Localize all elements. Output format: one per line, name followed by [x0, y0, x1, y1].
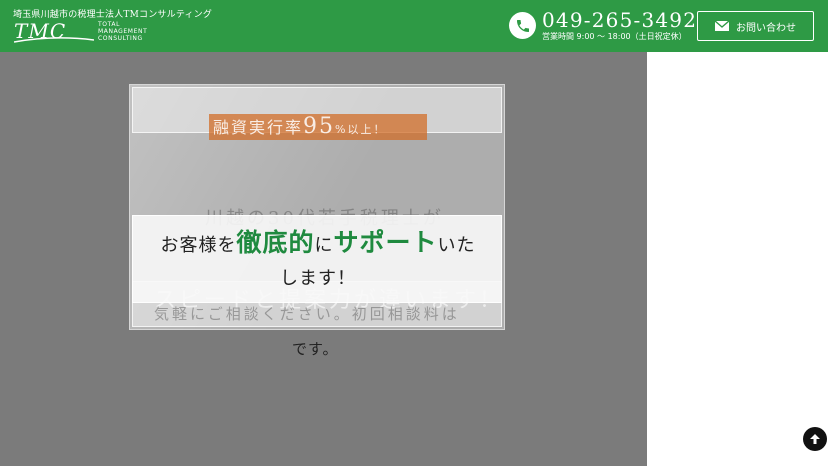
back-to-top-button[interactable] [803, 427, 827, 451]
loan-rate-number: 95 [303, 114, 336, 139]
site-header: 埼玉県川越市の税理士法人TMコンサルティング TMC TOTAL MANAGEM… [0, 0, 828, 52]
business-hours: 営業時間 9:00 〜 18:00（土日祝定休） [542, 32, 687, 41]
mail-icon [715, 21, 729, 31]
phone-number[interactable]: 049-265-3492 [542, 8, 697, 32]
phone-icon[interactable] [509, 12, 536, 39]
logo-sub-line: CONSULTING [98, 35, 143, 42]
support-message: お客様を徹底的にサポートいた します！ [133, 226, 503, 295]
ghost-line-3: 気軽にご相談ください。初回相談料は [154, 305, 460, 323]
logo-sub-line: TOTAL [98, 21, 121, 28]
logo-swoosh-icon [14, 37, 94, 43]
message-text: いた [437, 235, 476, 256]
tmc-logo[interactable]: TMC TOTAL MANAGEMENT CONSULTING [14, 19, 164, 45]
message-emphasis: サポート [333, 228, 438, 257]
loan-rate-suffix: %以上！ [335, 123, 387, 136]
contact-button-label: お問い合わせ [736, 22, 796, 34]
side-panel [647, 52, 828, 466]
arrow-up-icon [810, 434, 820, 444]
message-tail: です。 [292, 340, 339, 358]
logo-subtitle: TOTAL MANAGEMENT CONSULTING [98, 21, 147, 42]
message-text: に [314, 235, 334, 256]
loan-rate-prefix: 融資実行率 [213, 118, 304, 137]
loan-rate-banner: 融資実行率95%以上！ [209, 114, 427, 140]
message-emphasis: 徹底的 [236, 228, 315, 257]
message-text: お客様を [160, 235, 237, 256]
contact-button[interactable]: お問い合わせ [697, 11, 814, 41]
message-box: お客様を徹底的にサポートいた します！ [132, 215, 502, 303]
logo-sub-line: MANAGEMENT [98, 28, 148, 35]
message-text: します！ [280, 268, 356, 289]
